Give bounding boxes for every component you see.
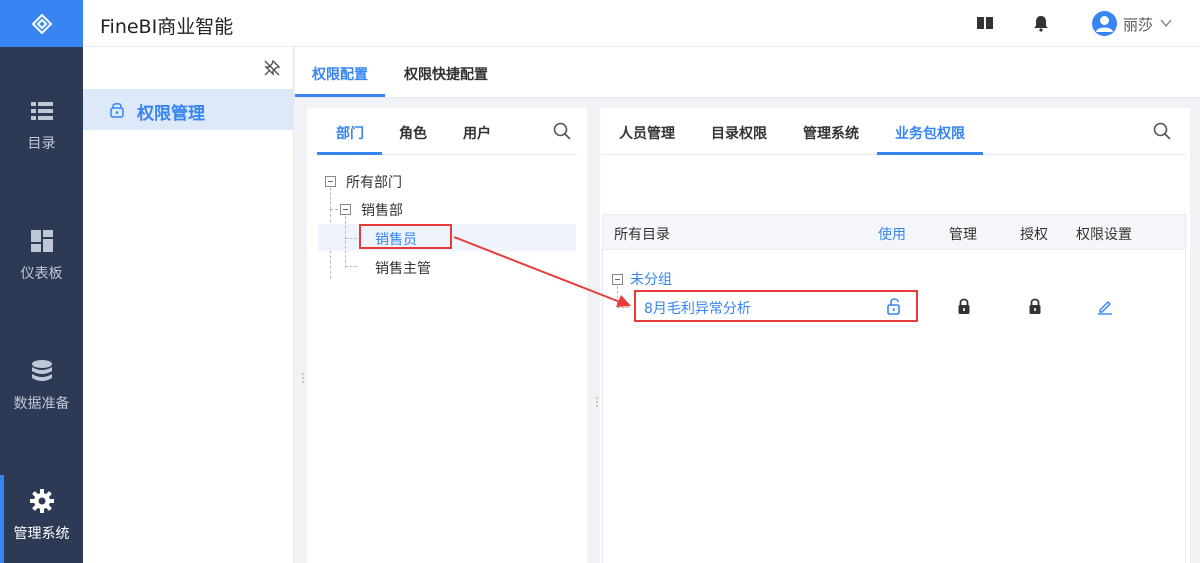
highlight-box (359, 224, 452, 249)
collapse-icon[interactable] (612, 274, 623, 285)
nav-item-label: 仪表板 (20, 266, 63, 282)
column-header: 权限设置 (1076, 227, 1132, 243)
active-tab-underline (317, 152, 382, 155)
database-icon (31, 360, 52, 381)
chevron-down-icon[interactable] (1159, 16, 1173, 30)
tree-node-all-departments[interactable]: 所有部门 (346, 172, 402, 192)
search-icon[interactable] (553, 122, 571, 140)
splitter-handle[interactable] (591, 395, 603, 411)
avatar[interactable] (1092, 11, 1117, 36)
tree-node-ungrouped[interactable]: 未分组 (630, 269, 672, 289)
tab-role[interactable]: 角色 (399, 123, 427, 143)
app-title: FineBI商业智能 (100, 16, 234, 38)
lock-icon (110, 103, 124, 118)
member-panel: 部门 角色 用户 所有部门 销售部 销售员 销售主管 (307, 108, 587, 563)
nav-item-catalog[interactable]: 目录 (0, 99, 83, 173)
user-name[interactable]: 丽莎 (1123, 14, 1153, 35)
app-logo[interactable] (0, 0, 83, 47)
main-nav: 目录 仪表板 数据准备 管理系统 (0, 0, 83, 563)
app-header: FineBI商业智能 丽莎 (83, 0, 1200, 47)
tab-catalog-permission[interactable]: 目录权限 (711, 123, 767, 143)
nav-item-management[interactable]: 管理系统 (0, 475, 83, 563)
unlock-icon[interactable] (886, 297, 902, 315)
highlight-box (634, 290, 918, 322)
collapse-icon[interactable] (325, 176, 336, 187)
user-icon (1096, 16, 1113, 32)
tab-department[interactable]: 部门 (336, 123, 364, 143)
sidebar-item-label: 权限管理 (137, 104, 205, 124)
tree-line (617, 286, 618, 308)
grid-body: 未分组 8月毛利异常分析 (602, 250, 1186, 563)
sidebar-item-permission[interactable]: 权限管理 (83, 89, 294, 130)
grid-header: 所有目录 使用 管理 授权 权限设置 (602, 214, 1186, 250)
lock-icon[interactable] (1027, 297, 1043, 315)
tree-node-sales-dept[interactable]: 销售部 (361, 200, 403, 220)
nav-item-dashboard[interactable]: 仪表板 (0, 229, 83, 303)
tab-permission-config[interactable]: 权限配置 (312, 64, 368, 84)
tree-line (330, 188, 331, 209)
tab-personnel[interactable]: 人员管理 (619, 123, 675, 143)
splitter-handle[interactable] (297, 371, 309, 387)
nav-item-label: 数据准备 (13, 396, 70, 412)
tree-line (345, 266, 357, 267)
nav-item-label: 管理系统 (13, 526, 70, 542)
lock-icon[interactable] (956, 297, 972, 315)
tab-management-system[interactable]: 管理系统 (803, 123, 859, 143)
column-header[interactable]: 管理 (949, 224, 977, 244)
pin-icon[interactable] (263, 59, 281, 77)
tab-package-permission[interactable]: 业务包权限 (895, 123, 965, 143)
active-tab-underline (295, 94, 385, 97)
column-header[interactable]: 授权 (1020, 224, 1048, 244)
nav-item-data-prep[interactable]: 数据准备 (0, 359, 83, 433)
permission-panel: 人员管理 目录权限 管理系统 业务包权限 所有目录 使用 管理 授权 权限设置 … (600, 108, 1190, 563)
column-header: 所有目录 (614, 227, 670, 243)
tree-line (345, 216, 346, 268)
tree-line (345, 238, 357, 239)
finebi-logo-icon (31, 13, 52, 34)
tree-line (617, 307, 629, 308)
main-tabs: 权限配置 权限快捷配置 (295, 47, 1200, 98)
collapse-icon[interactable] (340, 204, 351, 215)
search-icon[interactable] (1153, 122, 1171, 140)
tab-user[interactable]: 用户 (463, 123, 491, 143)
list-icon (30, 102, 53, 120)
tree-node-sales-manager[interactable]: 销售主管 (375, 258, 431, 278)
tree-line (330, 209, 338, 210)
gear-icon (29, 489, 54, 513)
column-header[interactable]: 使用 (878, 224, 906, 244)
active-tab-underline (877, 152, 983, 155)
sub-sidebar: 权限管理 (83, 47, 294, 563)
dashboard-icon (30, 230, 53, 252)
tab-quick-config[interactable]: 权限快捷配置 (404, 64, 488, 84)
book-icon[interactable] (976, 14, 994, 32)
edit-icon[interactable] (1097, 297, 1113, 315)
bell-icon[interactable] (1032, 14, 1050, 32)
nav-item-label: 目录 (27, 136, 56, 152)
